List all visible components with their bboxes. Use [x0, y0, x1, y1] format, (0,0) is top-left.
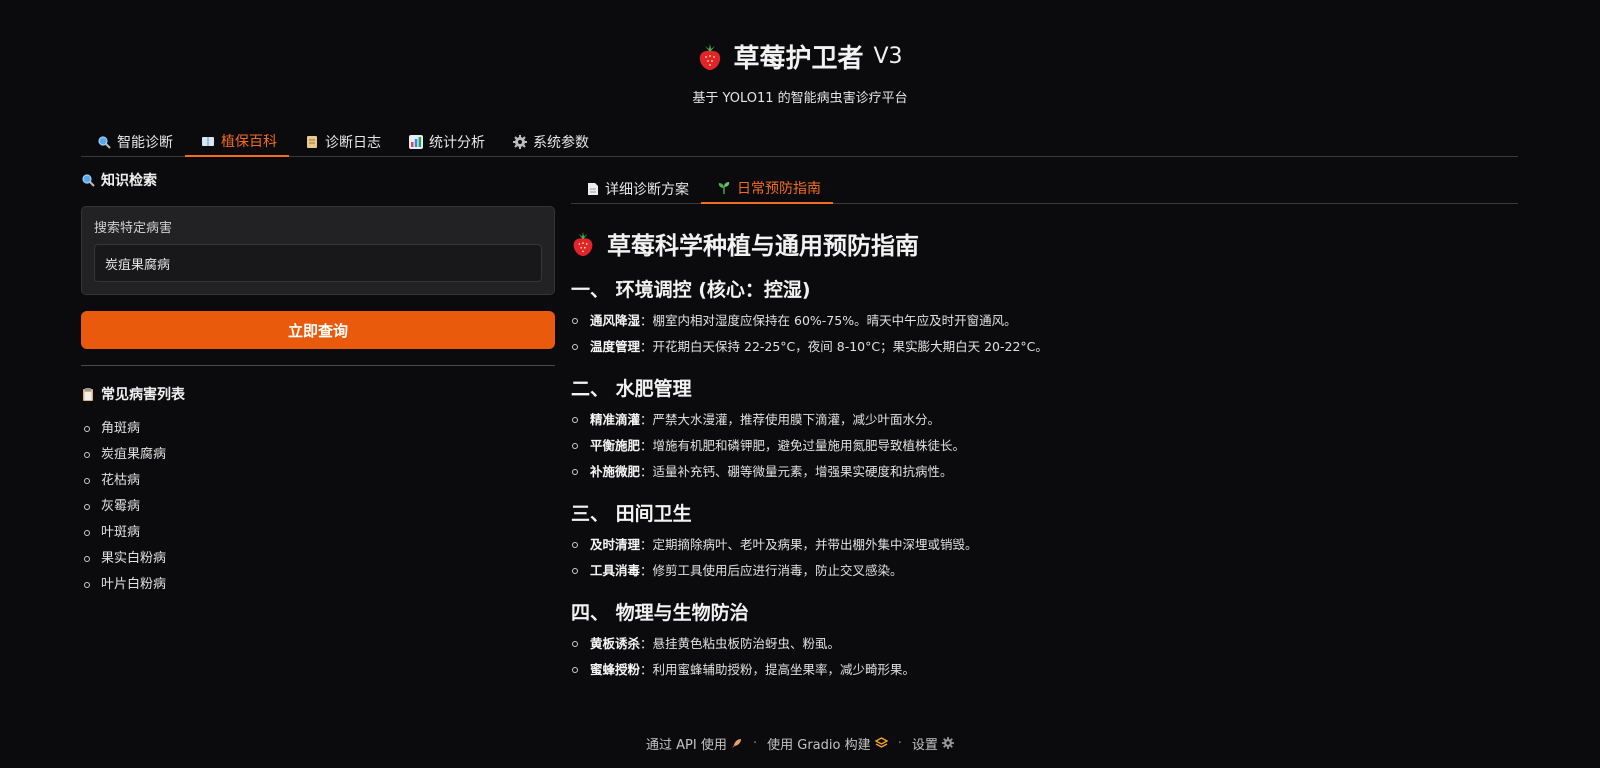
- list-item: 工具消毒：修剪工具使用后应进行消毒，防止交叉感染。: [571, 558, 1518, 584]
- list-item: 角斑病: [81, 416, 555, 442]
- magnifier-icon: [82, 174, 95, 187]
- section-heading: 四、 物理与生物防治: [571, 602, 749, 624]
- list-item: 蜜蜂授粉：利用蜜蜂辅助授粉，提高坐果率，减少畸形果。: [571, 657, 1518, 683]
- list-item: 精准滴灌：严禁大水漫灌，推荐使用膜下滴灌，减少叶面水分。: [571, 407, 1518, 433]
- gradio-logo-icon: [874, 737, 889, 748]
- search-label: 搜索特定病害: [94, 221, 173, 236]
- list-item: 平衡施肥：增施有机肥和磷钾肥，避免过量施用氮肥导致植株徒长。: [571, 433, 1518, 459]
- tab-label: 系统参数: [533, 134, 589, 151]
- knowledge-search-title: 知识检索: [81, 170, 555, 190]
- section-water-fertilizer: 二、 水肥管理 精准滴灌：严禁大水漫灌，推荐使用膜下滴灌，减少叶面水分。 平衡施…: [571, 374, 1518, 485]
- guide-title-text: 草莓科学种植与通用预防指南: [607, 232, 919, 260]
- tab-system-params[interactable]: 系统参数: [497, 126, 601, 157]
- disease-list-title: 常见病害列表: [81, 384, 555, 404]
- sub-tabs: 详细诊断方案 日常预防指南: [571, 174, 1518, 204]
- bar-chart-icon: [409, 134, 423, 149]
- list-item: 叶斑病: [81, 520, 555, 546]
- tab-label: 诊断日志: [325, 134, 381, 151]
- settings-link[interactable]: 设置: [912, 734, 955, 753]
- book-icon: [202, 136, 214, 146]
- list-item: 温度管理：开花期白天保持 22-25°C，夜间 8-10°C；果实膨大期白天 2…: [571, 334, 1518, 360]
- api-link[interactable]: 通过 API 使用: [646, 734, 743, 753]
- tab-label: 日常预防指南: [737, 181, 821, 197]
- app-header: 草莓护卫者 V3 基于 YOLO11 的智能病虫害诊疗平台: [0, 38, 1600, 106]
- section-heading: 二、 水肥管理: [571, 378, 692, 400]
- strawberry-icon: [700, 43, 721, 70]
- tab-label: 智能诊断: [117, 134, 173, 151]
- tab-plant-encyclopedia[interactable]: 植保百科: [185, 126, 289, 157]
- list-item: 黄板诱杀：悬挂黄色粘虫板防治蚜虫、粉虱。: [571, 631, 1518, 657]
- strawberry-icon: [573, 231, 593, 256]
- right-panel: 详细诊断方案 日常预防指南 草莓科学种植与通用预防指南 一、 环境调控 (核心：…: [571, 174, 1518, 683]
- tab-statistics[interactable]: 统计分析: [393, 126, 497, 157]
- disease-list: 角斑病 炭疽果腐病 花枯病 灰霉病 叶斑病 果实白粉病 叶片白粉病: [81, 416, 555, 598]
- section-environment: 一、 环境调控 (核心：控湿) 通风降湿：棚室内相对湿度应保持在 60%-75%…: [571, 275, 1518, 360]
- left-panel: 知识检索 搜索特定病害 立即查询 常见病害列表 角斑病 炭疽果腐病 花枯病 灰霉…: [81, 170, 555, 598]
- gradio-link[interactable]: 使用 Gradio 构建: [767, 734, 889, 753]
- tab-diagnosis-log[interactable]: 诊断日志: [289, 126, 393, 157]
- tab-label: 统计分析: [429, 134, 485, 151]
- list-item: 炭疽果腐病: [81, 442, 555, 468]
- list-item: 补施微肥：适量补充钙、硼等微量元素，增强果实硬度和抗病性。: [571, 459, 1518, 485]
- magnifier-icon: [98, 135, 111, 149]
- search-box: 搜索特定病害: [81, 206, 555, 295]
- scroll-icon: [307, 135, 317, 148]
- separator: ·: [897, 736, 902, 751]
- section-field-hygiene: 三、 田间卫生 及时清理：定期摘除病叶、老叶及病果，并带出棚外集中深埋或销毁。 …: [571, 499, 1518, 584]
- list-item: 通风降湿：棚室内相对湿度应保持在 60%-75%。晴天中午应及时开窗通风。: [571, 308, 1518, 334]
- gear-icon: [513, 134, 527, 149]
- list-item: 灰霉病: [81, 494, 555, 520]
- footer: 通过 API 使用 · 使用 Gradio 构建 · 设置: [0, 734, 1600, 753]
- document-icon: [588, 183, 598, 195]
- clipboard-icon: [83, 388, 93, 401]
- tab-detailed-plan[interactable]: 详细诊断方案: [571, 174, 701, 204]
- guide-title: 草莓科学种植与通用预防指南: [571, 226, 1518, 261]
- tab-daily-prevention[interactable]: 日常预防指南: [701, 174, 833, 204]
- list-item: 果实白粉病: [81, 546, 555, 572]
- separator: ·: [752, 736, 758, 751]
- main-tabs: 智能诊断 植保百科 诊断日志 统计分析 系统参数: [81, 126, 1518, 157]
- section-physical-biological: 四、 物理与生物防治 黄板诱杀：悬挂黄色粘虫板防治蚜虫、粉虱。 蜜蜂授粉：利用蜜…: [571, 598, 1518, 683]
- app-subtitle: 基于 YOLO11 的智能病虫害诊疗平台: [692, 91, 908, 106]
- tab-label: 详细诊断方案: [605, 182, 689, 198]
- tab-label: 植保百科: [221, 133, 277, 150]
- query-button[interactable]: 立即查询: [81, 311, 555, 349]
- list-item: 叶片白粉病: [81, 572, 555, 598]
- app-title-text: 草莓护卫者: [733, 44, 864, 74]
- divider: [81, 365, 555, 366]
- section-heading: 一、 环境调控 (核心：控湿): [571, 279, 811, 301]
- gear-icon: [942, 737, 955, 749]
- search-input[interactable]: [94, 244, 542, 282]
- list-item: 花枯病: [81, 468, 555, 494]
- seedling-icon: [718, 182, 730, 194]
- tab-smart-diagnosis[interactable]: 智能诊断: [81, 126, 185, 157]
- section-heading: 三、 田间卫生: [571, 503, 692, 525]
- app-title: 草莓护卫者 V3: [697, 38, 903, 75]
- list-item: 及时清理：定期摘除病叶、老叶及病果，并带出棚外集中深埋或销毁。: [571, 532, 1518, 558]
- rocket-icon: [731, 739, 741, 748]
- app-version: V3: [873, 44, 903, 69]
